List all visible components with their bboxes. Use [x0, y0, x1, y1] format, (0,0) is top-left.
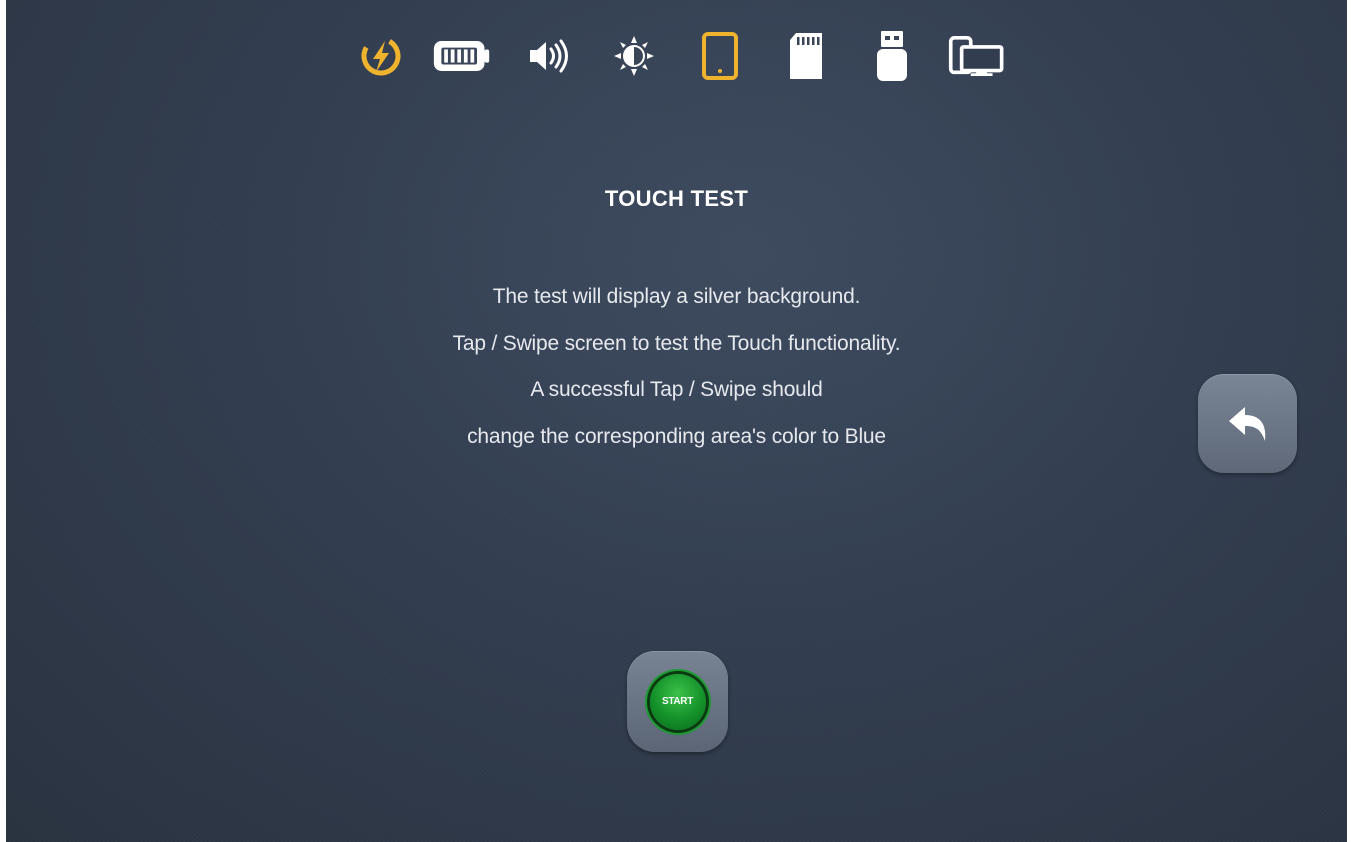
app-screen: TOUCH TEST The test will display a silve…	[6, 0, 1347, 842]
battery-icon[interactable]	[432, 28, 492, 84]
instruction-line-4: change the corresponding area's color to…	[467, 425, 886, 448]
start-button[interactable]: START	[627, 651, 728, 752]
back-button[interactable]	[1198, 374, 1297, 473]
usb-icon[interactable]	[862, 28, 922, 84]
brightness-icon[interactable]	[604, 28, 664, 84]
power-icon[interactable]	[351, 28, 411, 84]
back-arrow-icon	[1228, 406, 1265, 441]
instruction-line-3: A successful Tap / Swipe should	[530, 378, 823, 401]
start-circle: START	[649, 673, 706, 730]
test-category-toolbar	[6, 28, 1347, 84]
page-title: TOUCH TEST	[604, 186, 749, 211]
instruction-line-1: The test will display a silver backgroun…	[492, 285, 861, 308]
display-output-icon[interactable]	[948, 28, 1008, 84]
volume-icon[interactable]	[520, 28, 580, 84]
start-label: START	[661, 696, 694, 707]
tablet-touch-icon[interactable]	[690, 28, 750, 84]
instruction-line-2: Tap / Swipe screen to test the Touch fun…	[452, 332, 901, 355]
sd-card-icon[interactable]	[776, 28, 836, 84]
